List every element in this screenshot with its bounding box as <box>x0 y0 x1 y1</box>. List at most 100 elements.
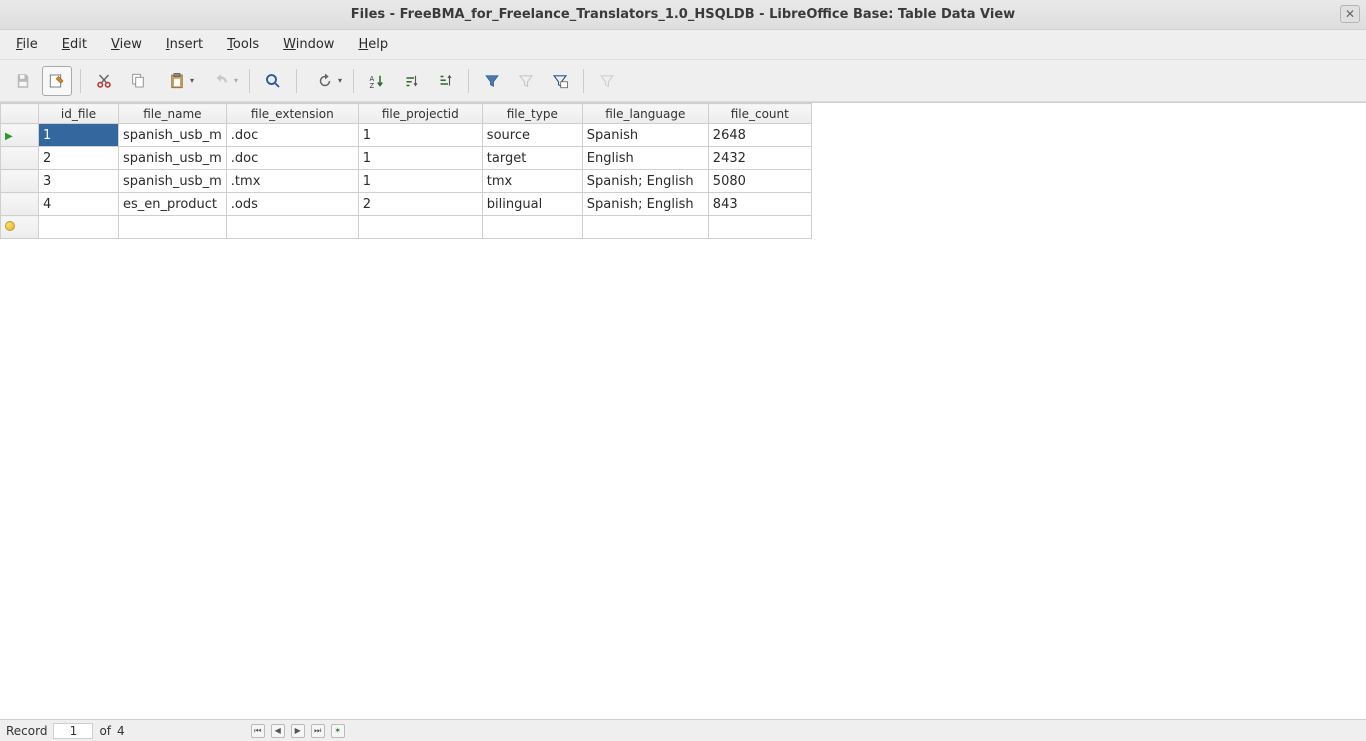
find-button[interactable] <box>258 66 288 96</box>
undo-button[interactable] <box>201 66 241 96</box>
nav-last-button[interactable]: ⏭ <box>311 724 325 738</box>
cell-empty[interactable] <box>708 216 811 239</box>
menu-view[interactable]: View <box>101 33 152 56</box>
cell-empty[interactable] <box>39 216 119 239</box>
cell[interactable]: tmx <box>482 170 582 193</box>
cell[interactable]: 2432 <box>708 147 811 170</box>
cell[interactable]: 5080 <box>708 170 811 193</box>
menu-file[interactable]: File <box>6 33 48 56</box>
cell[interactable]: 1 <box>358 170 482 193</box>
toolbar-separator <box>296 69 297 93</box>
menu-tools[interactable]: Tools <box>217 33 269 56</box>
paste-button[interactable] <box>157 66 197 96</box>
row-marker[interactable]: ▶ <box>1 124 39 147</box>
edit-icon <box>48 72 66 90</box>
sort-asc-icon <box>402 72 420 90</box>
table-row[interactable]: 4es_en_product.ods2bilingualSpanish; Eng… <box>1 193 812 216</box>
sort-desc-button[interactable] <box>430 66 460 96</box>
new-row-indicator-icon <box>5 221 15 231</box>
cell[interactable]: .doc <box>226 147 358 170</box>
menubar: File Edit View Insert Tools Window Help <box>0 30 1366 60</box>
scissors-icon <box>95 72 113 90</box>
cell[interactable]: .ods <box>226 193 358 216</box>
new-row[interactable] <box>1 216 812 239</box>
column-header[interactable]: id_file <box>39 104 119 124</box>
toolbar-separator <box>249 69 250 93</box>
cell[interactable]: 843 <box>708 193 811 216</box>
filter-clear-icon <box>598 72 616 90</box>
save-button[interactable] <box>8 66 38 96</box>
cell[interactable]: .tmx <box>226 170 358 193</box>
nav-first-button[interactable]: ⏮ <box>251 724 265 738</box>
current-row-indicator-icon: ▶ <box>5 131 13 142</box>
cell-empty[interactable] <box>358 216 482 239</box>
menu-window[interactable]: Window <box>273 33 344 56</box>
cell[interactable]: spanish_usb_m <box>119 124 227 147</box>
cell[interactable]: English <box>582 147 708 170</box>
table-row[interactable]: 3spanish_usb_m.tmx1tmxSpanish; English50… <box>1 170 812 193</box>
cell[interactable]: 1 <box>358 147 482 170</box>
of-label: of <box>99 724 111 738</box>
column-header[interactable]: file_name <box>119 104 227 124</box>
cut-button[interactable] <box>89 66 119 96</box>
row-marker[interactable] <box>1 147 39 170</box>
cell[interactable]: 2648 <box>708 124 811 147</box>
menu-insert[interactable]: Insert <box>156 33 213 56</box>
menu-help[interactable]: Help <box>348 33 398 56</box>
sort-desc-icon <box>436 72 454 90</box>
cell-empty[interactable] <box>582 216 708 239</box>
row-marker-header[interactable] <box>1 104 39 124</box>
nav-new-button[interactable]: ✶ <box>331 724 345 738</box>
table-row[interactable]: ▶1spanish_usb_m.doc1sourceSpanish2648 <box>1 124 812 147</box>
toolbar-separator <box>468 69 469 93</box>
column-header[interactable]: file_projectid <box>358 104 482 124</box>
filter-icon <box>517 72 535 90</box>
column-header[interactable]: file_extension <box>226 104 358 124</box>
remove-filter-button[interactable] <box>592 66 622 96</box>
cell[interactable]: Spanish <box>582 124 708 147</box>
nav-prev-button[interactable]: ◀ <box>271 724 285 738</box>
data-grid[interactable]: id_file file_name file_extension file_pr… <box>0 102 1366 719</box>
sort-asc-button[interactable] <box>396 66 426 96</box>
cell[interactable]: spanish_usb_m <box>119 147 227 170</box>
cell[interactable]: target <box>482 147 582 170</box>
titlebar: Files - FreeBMA_for_Freelance_Translator… <box>0 0 1366 30</box>
cell[interactable]: .doc <box>226 124 358 147</box>
cell[interactable]: 3 <box>39 170 119 193</box>
autofilter-button[interactable] <box>477 66 507 96</box>
copy-button[interactable] <box>123 66 153 96</box>
window-close-button[interactable]: ✕ <box>1340 5 1360 23</box>
cell-empty[interactable] <box>226 216 358 239</box>
nav-next-button[interactable]: ▶ <box>291 724 305 738</box>
cell[interactable]: source <box>482 124 582 147</box>
edit-data-button[interactable] <box>42 66 72 96</box>
column-header[interactable]: file_type <box>482 104 582 124</box>
cell-empty[interactable] <box>482 216 582 239</box>
table-row[interactable]: 2spanish_usb_m.doc1targetEnglish2432 <box>1 147 812 170</box>
record-number-input[interactable]: 1 <box>53 723 93 739</box>
column-header[interactable]: file_count <box>708 104 811 124</box>
row-marker-new[interactable] <box>1 216 39 239</box>
cell-empty[interactable] <box>119 216 227 239</box>
cell[interactable]: 1 <box>39 124 119 147</box>
cell[interactable]: es_en_product <box>119 193 227 216</box>
cell[interactable]: spanish_usb_m <box>119 170 227 193</box>
menu-edit[interactable]: Edit <box>52 33 97 56</box>
row-marker[interactable] <box>1 170 39 193</box>
toolbar: AZ <box>0 60 1366 102</box>
cell[interactable]: 1 <box>358 124 482 147</box>
apply-filter-button[interactable] <box>511 66 541 96</box>
cell[interactable]: Spanish; English <box>582 193 708 216</box>
cell[interactable]: 4 <box>39 193 119 216</box>
cell[interactable]: 2 <box>39 147 119 170</box>
clipboard-icon <box>168 72 186 90</box>
column-header[interactable]: file_language <box>582 104 708 124</box>
autofilter-icon <box>483 72 501 90</box>
standard-filter-button[interactable] <box>545 66 575 96</box>
cell[interactable]: 2 <box>358 193 482 216</box>
row-marker[interactable] <box>1 193 39 216</box>
cell[interactable]: bilingual <box>482 193 582 216</box>
sort-button[interactable]: AZ <box>362 66 392 96</box>
cell[interactable]: Spanish; English <box>582 170 708 193</box>
refresh-button[interactable] <box>305 66 345 96</box>
